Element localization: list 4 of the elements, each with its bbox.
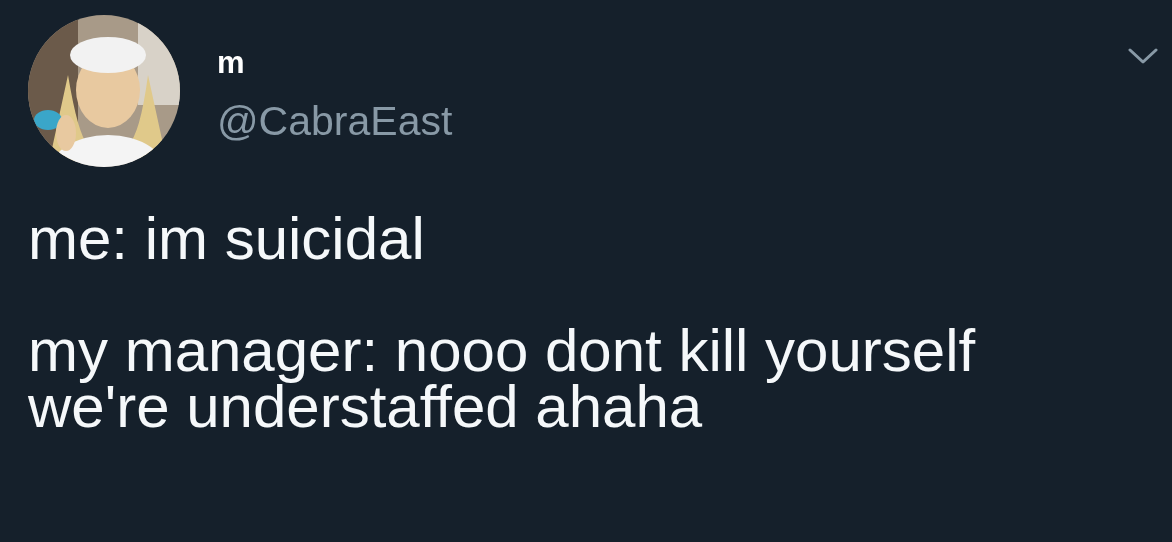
user-handle: @CabraEast [217, 97, 453, 145]
display-name: m [217, 45, 246, 81]
tweet-text: me: im suicidal my manager: nooo dont kill yourself we're understaffed ahaha [28, 211, 977, 435]
chevron-down-icon[interactable] [1128, 48, 1158, 64]
